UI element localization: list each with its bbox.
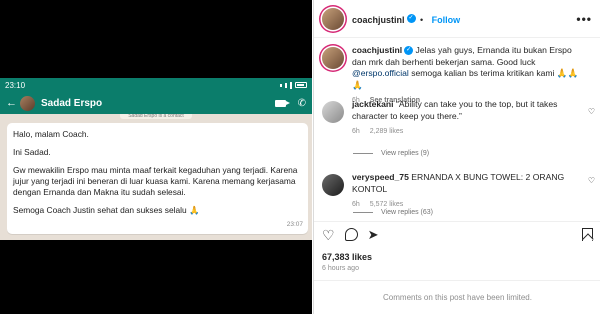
chat-header: ← Sadad Erspo ✆ [0, 92, 312, 114]
author-info: coachjustinl ✓ • Follow [352, 10, 460, 28]
comment-meta: 6h 2,289 likes [352, 126, 578, 138]
contact-system-note: Sadad Erspo is a contact [120, 114, 192, 119]
signal-bar [285, 82, 287, 88]
comments-limited-notice: Comments on this post have been limited. [314, 280, 600, 314]
view-replies-button[interactable]: View replies (63) [353, 209, 433, 216]
signal-bar [290, 81, 292, 89]
verified-badge-icon: ✓ [406, 13, 416, 23]
comment-icon[interactable] [344, 228, 358, 241]
phone-status-bar: 23:10 [0, 78, 312, 92]
caption-username[interactable]: coachjustinl [352, 45, 402, 55]
replies-line [353, 212, 373, 213]
view-replies-button[interactable]: View replies (9) [353, 150, 429, 157]
caption-body: coachjustinl ✓ Jelas yah guys, Ernanda it… [352, 45, 584, 107]
message-line: Ini Sadad. [13, 147, 51, 157]
comment-username[interactable]: jacktekani [352, 99, 394, 109]
chat-actions: ✆ [274, 97, 306, 109]
share-icon[interactable]: ➤ [368, 227, 379, 242]
message-line: Halo, malam Coach. [13, 129, 89, 139]
status-time: 23:10 [5, 80, 26, 90]
comment-heart-icon[interactable]: ♡ [588, 107, 595, 116]
comment-row: veryspeed_75 ERNANDA X BUNG TOWEL: 2 ORA… [322, 172, 592, 211]
comments-section: coachjustinl ✓ Jelas yah guys, Ernanda it… [314, 38, 600, 218]
post-header: coachjustinl ✓ • Follow ••• [314, 0, 600, 38]
bookmark-icon[interactable] [582, 228, 593, 241]
post-actions: ♡ ➤ [314, 221, 600, 247]
caption-row: coachjustinl ✓ Jelas yah guys, Ernanda it… [322, 45, 592, 107]
comment-row: jacktekani “Ability can take you to the … [322, 99, 592, 138]
comment-heart-icon[interactable]: ♡ [588, 176, 595, 185]
view-replies-label: View replies (9) [381, 150, 430, 157]
status-icons [280, 81, 307, 89]
author-avatar[interactable] [322, 7, 344, 30]
commenter-avatar[interactable] [322, 174, 344, 196]
view-replies-label: View replies (63) [381, 209, 434, 216]
back-arrow-icon: ← [6, 97, 17, 109]
phone-call-icon: ✆ [297, 97, 306, 109]
whatsapp-screenshot: 23:10 ← Sadad Erspo ✆ Sadad Erspo is a c… [0, 78, 312, 240]
mention-link[interactable]: @erspo.official [352, 68, 409, 78]
contact-avatar [20, 95, 35, 111]
dot-separator: • [419, 14, 424, 25]
follow-button[interactable]: Follow [432, 15, 461, 25]
comment-likes[interactable]: 2,289 likes [370, 126, 403, 138]
post-panel: coachjustinl ✓ • Follow ••• coachjustinl ✓… [313, 0, 600, 314]
battery-icon [295, 82, 307, 88]
post-media: 23:10 ← Sadad Erspo ✆ Sadad Erspo is a c… [0, 0, 312, 314]
replies-line [353, 153, 373, 154]
post-time-ago: 6 hours ago [322, 265, 359, 272]
like-heart-icon[interactable]: ♡ [322, 228, 335, 242]
message-line: Gw mewakilin Erspo mau minta maaf terkai… [13, 165, 298, 197]
comment-body: veryspeed_75 ERNANDA X BUNG TOWEL: 2 ORA… [352, 172, 578, 211]
video-call-icon [274, 99, 290, 107]
signal-icon [280, 83, 282, 87]
caption-avatar[interactable] [322, 47, 344, 69]
message-bubble: Halo, malam Coach. Ini Sadad. Gw mewakil… [7, 123, 308, 234]
author-username[interactable]: coachjustinl [352, 15, 405, 25]
comment-body: jacktekani “Ability can take you to the … [352, 99, 578, 138]
more-options-icon[interactable]: ••• [576, 12, 592, 26]
contact-name: Sadad Erspo [41, 97, 103, 109]
commenter-avatar[interactable] [322, 101, 344, 123]
comment-username[interactable]: veryspeed_75 [352, 172, 409, 182]
message-line: Semoga Coach Justin sehat dan sukses sel… [13, 205, 200, 215]
message-time: 23:07 [286, 221, 303, 228]
likes-count[interactable]: 67,383 likes [322, 252, 372, 262]
comment-age: 6h [352, 128, 360, 135]
verified-badge-icon: ✓ [404, 46, 414, 56]
